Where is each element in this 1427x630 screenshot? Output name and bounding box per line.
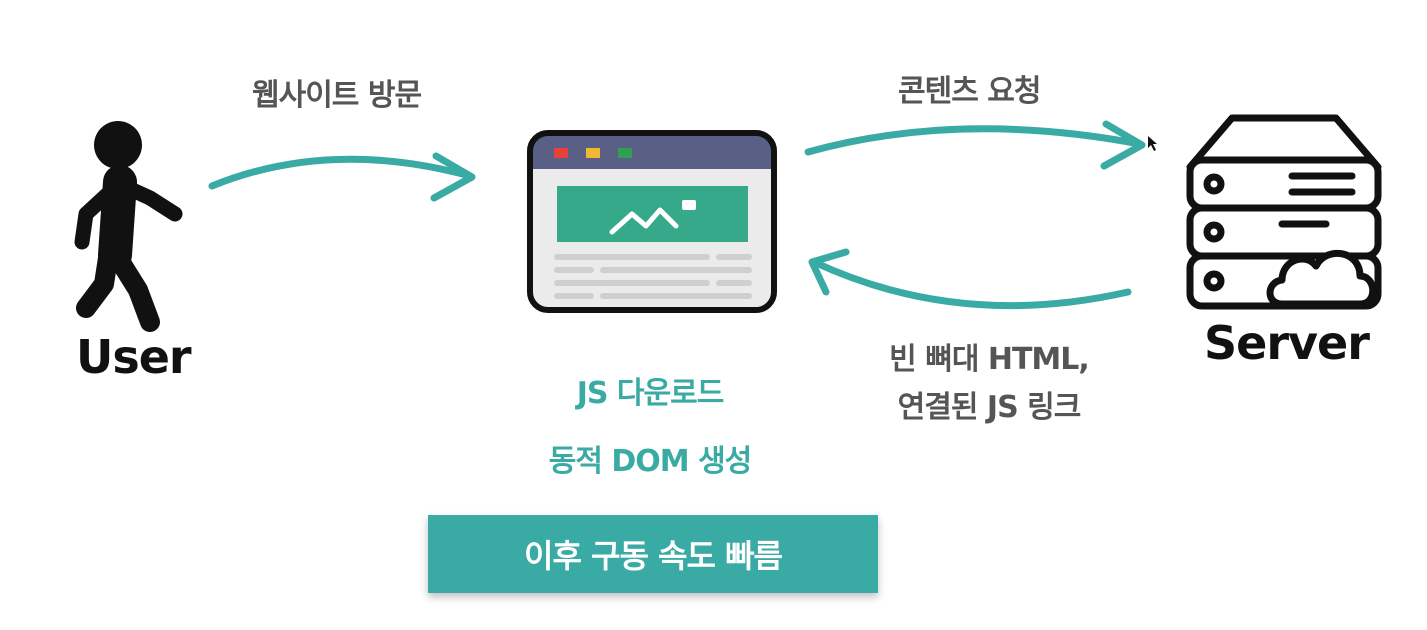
mouse-cursor-icon <box>1148 136 1157 151</box>
browser-window-icon <box>527 130 777 313</box>
arrow-request <box>804 120 1146 170</box>
walking-person-icon <box>74 121 183 332</box>
arrow-visit <box>208 152 476 202</box>
speed-banner: 이후 구동 속도 빠름 <box>428 515 878 593</box>
hero-image <box>557 186 748 242</box>
request-label: 콘텐츠 요청 <box>898 74 1041 109</box>
response-label-line1: 빈 뼈대 HTML, <box>889 342 1090 377</box>
response-label: 빈 뼈대 HTML, 연결된 JS 링크 <box>874 336 1104 432</box>
server-label: Server <box>1204 316 1370 370</box>
cloud-icon <box>1266 249 1377 308</box>
step-js-download: JS 다운로드 <box>576 376 725 411</box>
sun-mark <box>682 200 696 210</box>
arrow-response <box>808 248 1132 310</box>
speed-banner-text: 이후 구동 속도 빠름 <box>524 537 783 575</box>
step-dynamic-dom: 동적 DOM 생성 <box>548 444 753 479</box>
user-label: User <box>76 330 192 384</box>
visit-label: 웹사이트 방문 <box>252 78 422 113</box>
window-dot-red <box>554 148 568 158</box>
window-dot-green <box>618 148 632 158</box>
window-dot-yellow <box>586 148 600 158</box>
response-label-line2: 연결된 JS 링크 <box>897 390 1082 425</box>
